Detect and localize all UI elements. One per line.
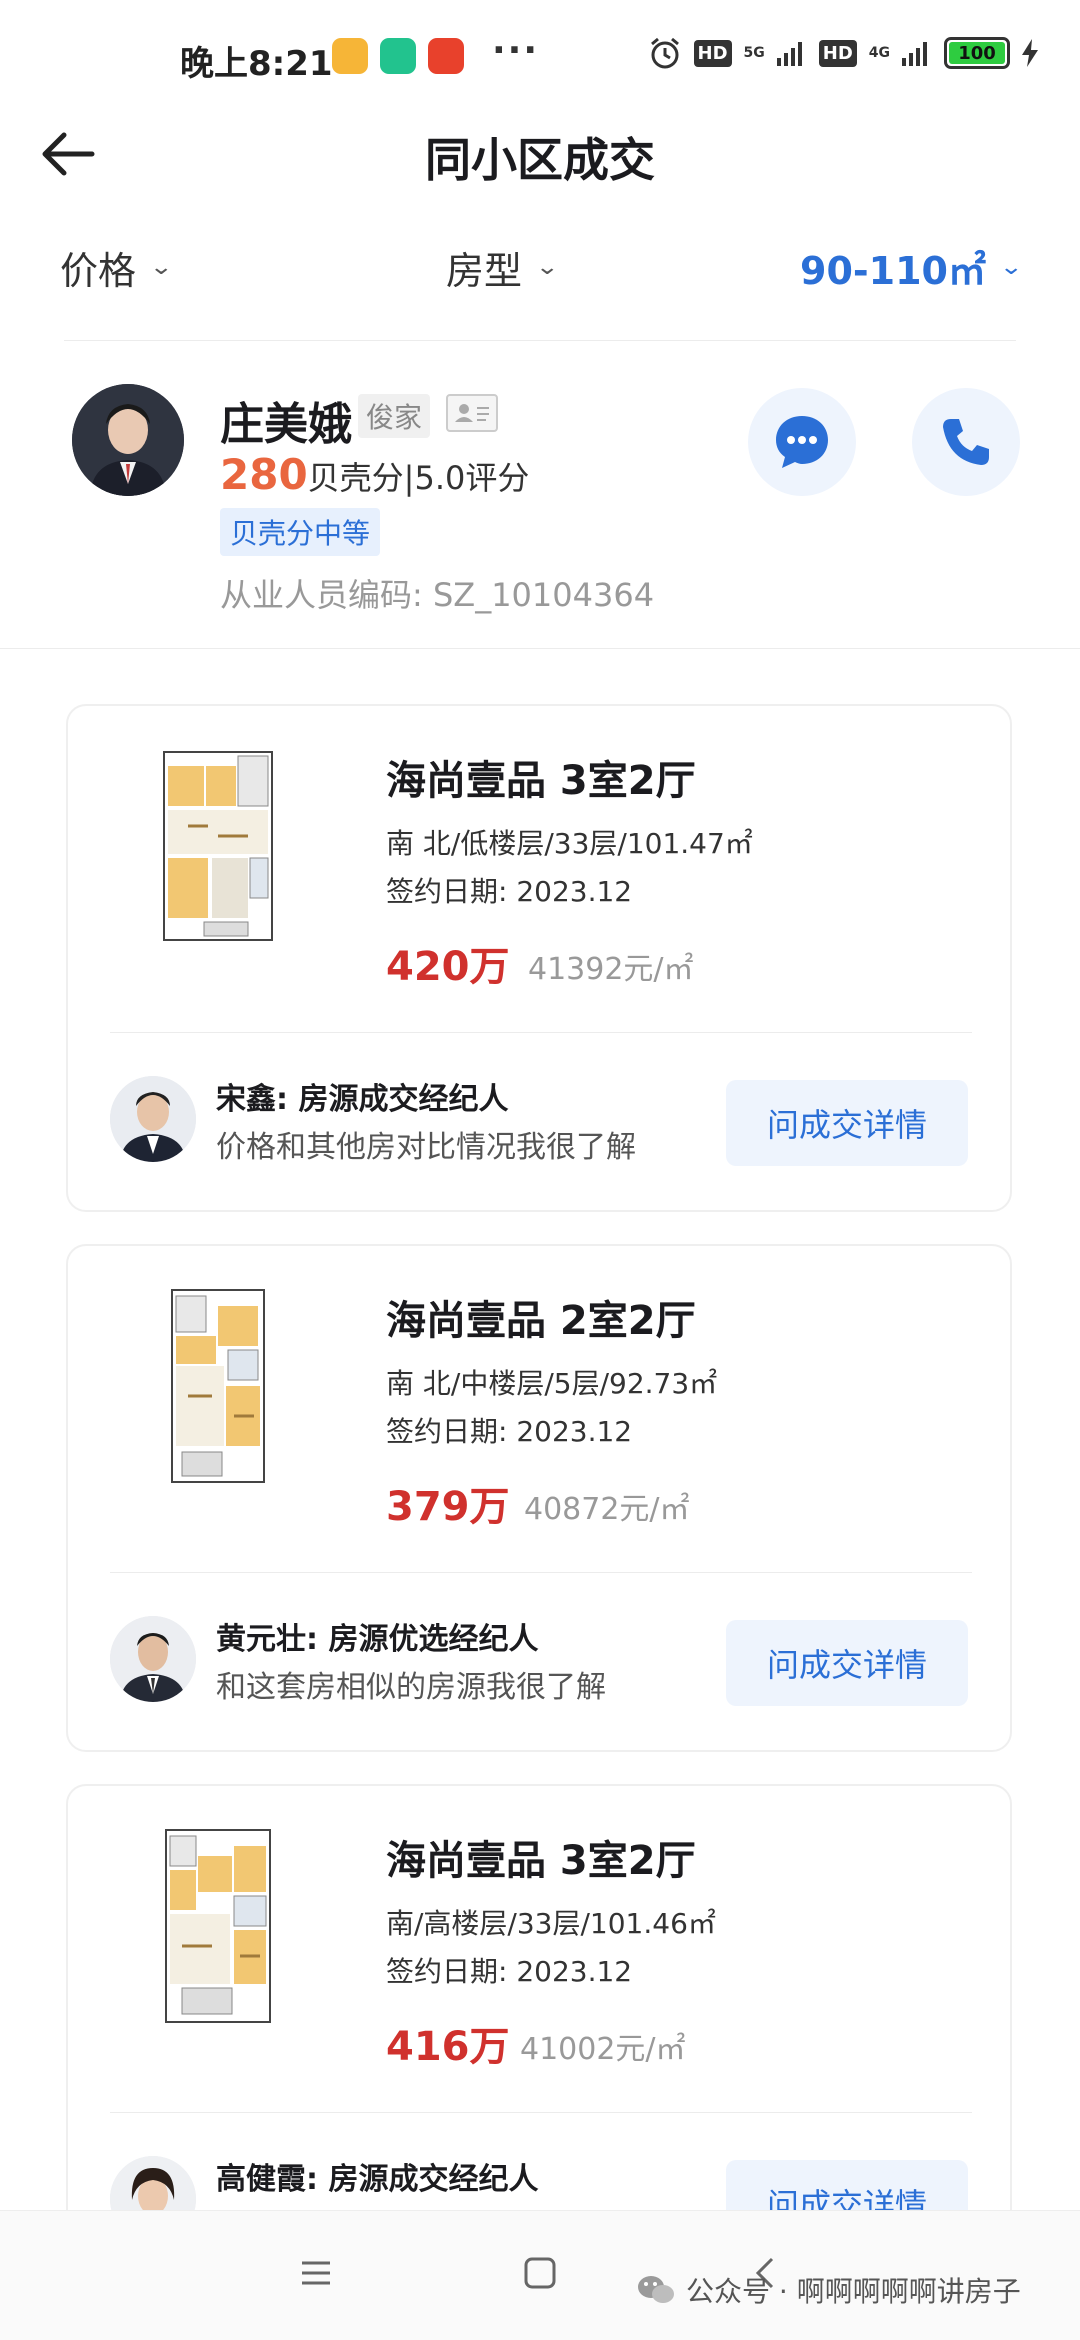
agency-tag: 俊家 bbox=[358, 394, 431, 438]
signal-icon bbox=[776, 42, 802, 66]
page-title: 同小区成交 bbox=[425, 133, 655, 187]
status-time: 晚上8:21 bbox=[180, 44, 333, 84]
agent-level-badge: 贝壳分中等 bbox=[220, 508, 381, 556]
app-header: 同小区成交 bbox=[0, 110, 1080, 200]
alarm-icon bbox=[650, 37, 679, 69]
menu-nav-button[interactable] bbox=[298, 2255, 334, 2295]
signal-icon-2 bbox=[902, 42, 927, 66]
listing-sign-date: 签约日期: 2023.12 bbox=[386, 875, 633, 908]
agent-score: 280贝壳分|5.0评分 bbox=[220, 450, 529, 499]
shield-app-icon bbox=[380, 38, 416, 74]
ask-deal-details-button[interactable]: 问成交详情 bbox=[726, 1080, 968, 1166]
wechat-icon bbox=[638, 2276, 674, 2303]
card-divider bbox=[110, 1572, 972, 1573]
floor-plan-image bbox=[171, 1289, 265, 1483]
status-indicators: HD 5G HD 4G 100 bbox=[648, 36, 1038, 70]
listing-unit-price: 40872元/㎡ bbox=[524, 1492, 690, 1527]
listing-title: 海尚壹品 3室2厅 bbox=[386, 758, 696, 804]
person-photo-icon bbox=[72, 384, 184, 496]
ask-deal-details-button[interactable]: 问成交详情 bbox=[726, 1620, 968, 1706]
chevron-down-icon: ⌄ bbox=[535, 255, 560, 280]
taobao-app-icon bbox=[428, 38, 464, 74]
listing-title: 海尚壹品 3室2厅 bbox=[386, 1838, 696, 1884]
filter-bar: 价格 ⌄ 房型 ⌄ 90-110㎡ ⌄ bbox=[0, 230, 1080, 310]
section-divider bbox=[0, 648, 1080, 649]
home-nav-button[interactable] bbox=[522, 2255, 558, 2295]
chat-button[interactable] bbox=[748, 388, 856, 496]
id-card-icon[interactable] bbox=[446, 394, 498, 432]
listing-info: 南 北/低楼层/33层/101.47㎡ bbox=[386, 827, 753, 860]
listing-info: 南 北/中楼层/5层/92.73㎡ bbox=[386, 1367, 718, 1400]
broker-name: 黄元壮: 房源优选经纪人 bbox=[216, 1622, 539, 1657]
menu-icon bbox=[302, 2261, 330, 2285]
listing-price: 416万 bbox=[386, 2024, 510, 2070]
listing-price: 420万 bbox=[386, 944, 510, 990]
listing-sign-date: 签约日期: 2023.12 bbox=[386, 1415, 633, 1448]
listing-price: 379万 bbox=[386, 1484, 510, 1530]
listing-card[interactable]: 海尚壹品 2室2厅 南 北/中楼层/5层/92.73㎡ 签约日期: 2023.1… bbox=[66, 1244, 1012, 1752]
battery-level: 100 bbox=[958, 42, 996, 64]
hd-badge-2: HD bbox=[818, 39, 857, 67]
agent-name: 庄美娥 bbox=[220, 399, 352, 450]
watermark-text: 公众号 · 啊啊啊啊啊讲房子 bbox=[686, 2275, 1021, 2308]
listing-unit-price: 41392元/㎡ bbox=[528, 952, 694, 987]
chat-bubble-icon bbox=[776, 416, 828, 468]
agent-score-suffix: 贝壳分|5.0评分 bbox=[307, 459, 530, 497]
floor-plan-image bbox=[165, 1829, 271, 2023]
network-4g-label: 4G bbox=[868, 45, 890, 61]
broker-name: 宋鑫: 房源成交经纪人 bbox=[216, 1082, 509, 1117]
agent-avatar[interactable] bbox=[72, 384, 184, 496]
broker-desc: 价格和其他房对比情况我很了解 bbox=[216, 1130, 636, 1165]
network-5g-label: 5G bbox=[743, 45, 765, 61]
floor-plan-image bbox=[163, 751, 273, 941]
more-notifications-icon: ··· bbox=[492, 30, 540, 71]
listing-unit-price: 41002元/㎡ bbox=[520, 2032, 686, 2067]
broker-avatar[interactable] bbox=[110, 1616, 196, 1702]
filter-area-label: 90-110㎡ bbox=[800, 249, 986, 293]
listing-sign-date: 签约日期: 2023.12 bbox=[386, 1955, 633, 1988]
chevron-down-icon: ⌄ bbox=[149, 255, 174, 280]
agent-score-number: 280 bbox=[220, 450, 308, 499]
chevron-down-icon: ⌄ bbox=[999, 255, 1024, 280]
hd-badge: HD bbox=[693, 39, 732, 67]
filter-layout-label: 房型 bbox=[446, 249, 523, 293]
filter-layout[interactable]: 房型 ⌄ bbox=[446, 240, 560, 295]
status-bar: 晚上8:21 ··· HD 5G HD 4G 100 bbox=[0, 0, 1080, 110]
call-button[interactable] bbox=[912, 388, 1020, 496]
listing-card[interactable]: 海尚壹品 3室2厅 南 北/低楼层/33层/101.47㎡ 签约日期: 2023… bbox=[66, 704, 1012, 1212]
notes-app-icon bbox=[332, 38, 368, 74]
battery-icon: 100 bbox=[944, 37, 1010, 69]
broker-name: 高健霞: 房源成交经纪人 bbox=[216, 2162, 539, 2197]
agent-license-code: 从业人员编码: SZ_10104364 bbox=[220, 576, 655, 614]
divider bbox=[64, 340, 1016, 341]
card-divider bbox=[110, 2112, 972, 2113]
phone-icon bbox=[943, 419, 989, 465]
agent-card: 庄美娥 俊家 280贝壳分|5.0评分 贝壳分中等 从业人员编码: SZ_101… bbox=[0, 370, 1080, 650]
filter-price-label: 价格 bbox=[60, 249, 137, 293]
filter-area[interactable]: 90-110㎡ ⌄ bbox=[800, 240, 1024, 295]
square-home-icon bbox=[524, 2257, 556, 2289]
broker-desc: 和这套房相似的房源我很了解 bbox=[216, 1670, 606, 1705]
charging-icon bbox=[1022, 39, 1038, 67]
broker-avatar[interactable] bbox=[110, 1076, 196, 1162]
watermark: 公众号 · 啊啊啊啊啊讲房子 bbox=[636, 2270, 1021, 2310]
filter-price[interactable]: 价格 ⌄ bbox=[60, 240, 174, 295]
listing-info: 南/高楼层/33层/101.46㎡ bbox=[386, 1907, 716, 1940]
card-divider bbox=[110, 1032, 972, 1033]
listing-title: 海尚壹品 2室2厅 bbox=[386, 1298, 696, 1344]
